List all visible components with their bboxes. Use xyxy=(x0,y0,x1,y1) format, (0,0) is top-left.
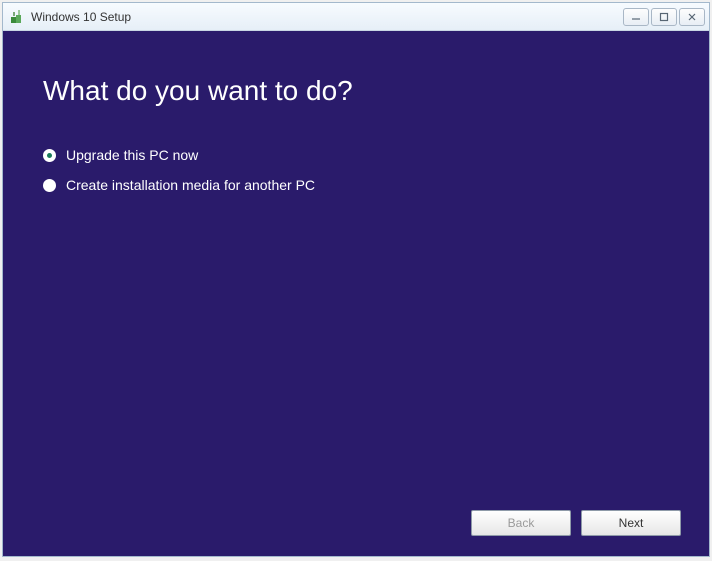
titlebar: Windows 10 Setup xyxy=(3,3,709,31)
next-button[interactable]: Next xyxy=(581,510,681,536)
window-controls xyxy=(623,8,705,26)
radio-icon xyxy=(43,149,56,162)
option-upgrade-now[interactable]: Upgrade this PC now xyxy=(43,147,669,163)
content-area: What do you want to do? Upgrade this PC … xyxy=(3,31,709,556)
close-button[interactable] xyxy=(679,8,705,26)
back-button[interactable]: Back xyxy=(471,510,571,536)
maximize-button[interactable] xyxy=(651,8,677,26)
options-group: Upgrade this PC now Create installation … xyxy=(43,147,669,193)
option-create-media[interactable]: Create installation media for another PC xyxy=(43,177,669,193)
app-icon xyxy=(9,9,25,25)
footer-buttons: Back Next xyxy=(471,510,681,536)
minimize-button[interactable] xyxy=(623,8,649,26)
option-label: Create installation media for another PC xyxy=(66,177,315,193)
window-title: Windows 10 Setup xyxy=(31,10,623,24)
setup-window: Windows 10 Setup What do you want to do?… xyxy=(2,2,710,557)
radio-icon xyxy=(43,179,56,192)
page-heading: What do you want to do? xyxy=(43,75,669,107)
option-label: Upgrade this PC now xyxy=(66,147,198,163)
